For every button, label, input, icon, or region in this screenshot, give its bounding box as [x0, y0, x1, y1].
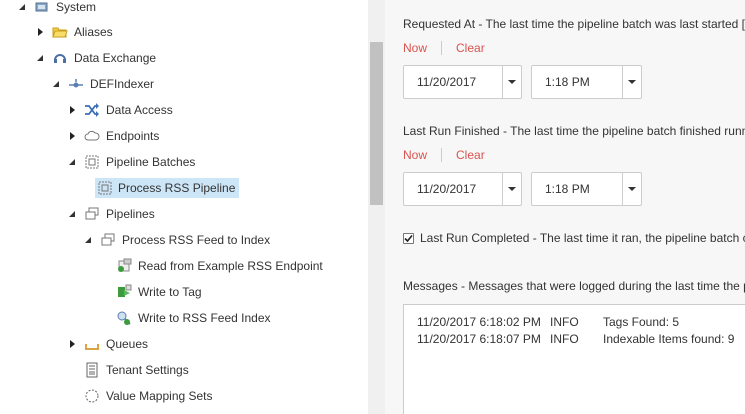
- collapse-toggle-icon[interactable]: [16, 1, 28, 13]
- message-row: 11/20/2017 6:18:02 PM INFO Tags Found: 5: [417, 315, 679, 329]
- expand-toggle-icon[interactable]: [66, 130, 78, 142]
- message-level: INFO: [550, 332, 579, 346]
- tree-node-label: Read from Example RSS Endpoint: [138, 259, 323, 273]
- tree-node-endpoints[interactable]: Endpoints: [66, 125, 163, 147]
- tree-node-label: System: [56, 0, 97, 14]
- tree-node-label: Aliases: [74, 25, 113, 39]
- tree-node-system[interactable]: System: [16, 0, 100, 18]
- message-text: Tags Found: 5: [603, 315, 680, 329]
- divider: [441, 41, 443, 55]
- chevron-down-icon[interactable]: [622, 66, 641, 98]
- selected-highlight: Process RSS Pipeline: [95, 178, 240, 198]
- tree-node-queues[interactable]: Queues: [66, 333, 152, 355]
- batch-item-icon: [97, 180, 113, 196]
- chevron-down-icon[interactable]: [502, 66, 521, 98]
- tree-node-label: Tenant Settings: [106, 363, 189, 377]
- last-run-finished-date-picker[interactable]: 11/20/2017: [403, 172, 522, 206]
- shuffle-icon: [84, 102, 100, 118]
- last-run-finished-label: Last Run Finished - The last time the pi…: [403, 124, 745, 138]
- tree-node-label: Data Exchange: [74, 51, 157, 65]
- tree-node-defindexer[interactable]: DEFIndexer: [50, 73, 158, 95]
- tree-node-pipelines[interactable]: Pipelines: [66, 203, 159, 225]
- tree-node-aliases[interactable]: Aliases: [34, 21, 117, 43]
- tree-node-pipeline-batches[interactable]: Pipeline Batches: [66, 151, 199, 173]
- message-row: 11/20/2017 6:18:07 PM INFO Indexable Ite…: [417, 332, 734, 346]
- tree-node-read-rss-endpoint[interactable]: Read from Example RSS Endpoint: [116, 255, 327, 277]
- tree-node-data-access[interactable]: Data Access: [66, 99, 177, 121]
- collapse-toggle-icon[interactable]: [82, 234, 94, 246]
- requested-at-date-value[interactable]: 11/20/2017: [404, 66, 502, 98]
- cloud-icon: [84, 128, 100, 144]
- expand-toggle-icon[interactable]: [34, 26, 46, 38]
- last-run-finished-time-picker[interactable]: 1:18 PM: [531, 172, 642, 206]
- divider: [441, 148, 443, 162]
- requested-at-time-value[interactable]: 1:18 PM: [532, 66, 622, 98]
- tree-node-label: Pipeline Batches: [106, 155, 196, 169]
- last-run-finished-date-value[interactable]: 11/20/2017: [404, 173, 502, 205]
- requested-at-now-link[interactable]: Now: [403, 41, 427, 55]
- checkmark-icon: [404, 234, 413, 242]
- circle-icon: [84, 388, 100, 404]
- tree-node-write-to-tag[interactable]: Write to Tag: [116, 281, 206, 303]
- tree-node-label: Queues: [106, 337, 149, 351]
- tree-scrollbar-thumb[interactable]: [370, 42, 383, 205]
- last-run-finished-clear-link[interactable]: Clear: [456, 148, 485, 162]
- requested-at-time-picker[interactable]: 1:18 PM: [531, 65, 642, 99]
- settings-doc-icon: [84, 362, 100, 378]
- tree-node-label: Write to RSS Feed Index: [138, 311, 271, 325]
- content-tree: System Aliases Data Exchange DEFIndexer: [0, 0, 368, 414]
- collapse-toggle-icon[interactable]: [66, 156, 78, 168]
- data-exchange-icon: [52, 50, 68, 66]
- pipeline-icon: [100, 232, 116, 248]
- tree-node-label: Value Mapping Sets: [106, 389, 213, 403]
- message-timestamp: 11/20/2017 6:18:02 PM: [417, 315, 541, 329]
- messages-label: Messages - Messages that were logged dur…: [403, 279, 745, 293]
- chevron-down-icon[interactable]: [502, 173, 521, 205]
- message-timestamp: 11/20/2017 6:18:07 PM: [417, 332, 541, 346]
- tree-node-data-exchange[interactable]: Data Exchange: [34, 47, 160, 69]
- collapse-toggle-icon[interactable]: [34, 52, 46, 64]
- system-icon: [34, 0, 50, 15]
- tree-node-write-rss-index[interactable]: Write to RSS Feed Index: [116, 307, 275, 329]
- last-run-finished-actions: Now Clear: [403, 148, 485, 162]
- message-level: INFO: [550, 315, 579, 329]
- batch-icon: [84, 154, 100, 170]
- tree-node-label: Process RSS Pipeline: [118, 181, 236, 195]
- collapse-toggle-icon[interactable]: [66, 208, 78, 220]
- tree-node-tenant-settings[interactable]: Tenant Settings: [84, 359, 193, 381]
- expand-toggle-icon[interactable]: [66, 104, 78, 116]
- last-run-finished-time-value[interactable]: 1:18 PM: [532, 173, 622, 205]
- tree-node-label: Endpoints: [106, 129, 160, 143]
- requested-at-actions: Now Clear: [403, 41, 485, 55]
- last-run-finished-now-link[interactable]: Now: [403, 148, 427, 162]
- item-editor: Requested At - The last time the pipelin…: [385, 0, 745, 414]
- folder-icon: [52, 24, 68, 40]
- pipelines-icon: [84, 206, 100, 222]
- last-run-completed-checkbox[interactable]: [403, 232, 414, 244]
- last-run-completed-field: Last Run Completed - The last time it ra…: [403, 231, 745, 245]
- last-run-completed-label: Last Run Completed - The last time it ra…: [420, 231, 745, 245]
- write-index-icon: [116, 310, 132, 326]
- read-step-icon: [116, 258, 132, 274]
- tree-node-label: Pipelines: [106, 207, 155, 221]
- requested-at-date-picker[interactable]: 11/20/2017: [403, 65, 522, 99]
- tree-node-label: Data Access: [106, 103, 173, 117]
- write-tag-icon: [116, 284, 132, 300]
- tree-node-process-rss-pipeline[interactable]: Process RSS Pipeline: [95, 177, 240, 199]
- chevron-down-icon[interactable]: [622, 173, 641, 205]
- tree-node-label: DEFIndexer: [90, 77, 155, 91]
- message-text: Indexable Items found: 9: [603, 332, 735, 346]
- tree-node-value-mapping-sets[interactable]: Value Mapping Sets: [84, 385, 217, 407]
- indexer-icon: [68, 76, 84, 92]
- expand-toggle-icon[interactable]: [66, 338, 78, 350]
- requested-at-clear-link[interactable]: Clear: [456, 41, 485, 55]
- messages-textarea[interactable]: 11/20/2017 6:18:02 PM INFO Tags Found: 5…: [403, 304, 745, 414]
- requested-at-label: Requested At - The last time the pipelin…: [403, 17, 745, 31]
- tree-node-label: Write to Tag: [138, 285, 202, 299]
- tree-node-process-rss-feed[interactable]: Process RSS Feed to Index: [82, 229, 274, 251]
- tree-node-label: Process RSS Feed to Index: [122, 233, 271, 247]
- collapse-toggle-icon[interactable]: [50, 78, 62, 90]
- queue-icon: [84, 336, 100, 352]
